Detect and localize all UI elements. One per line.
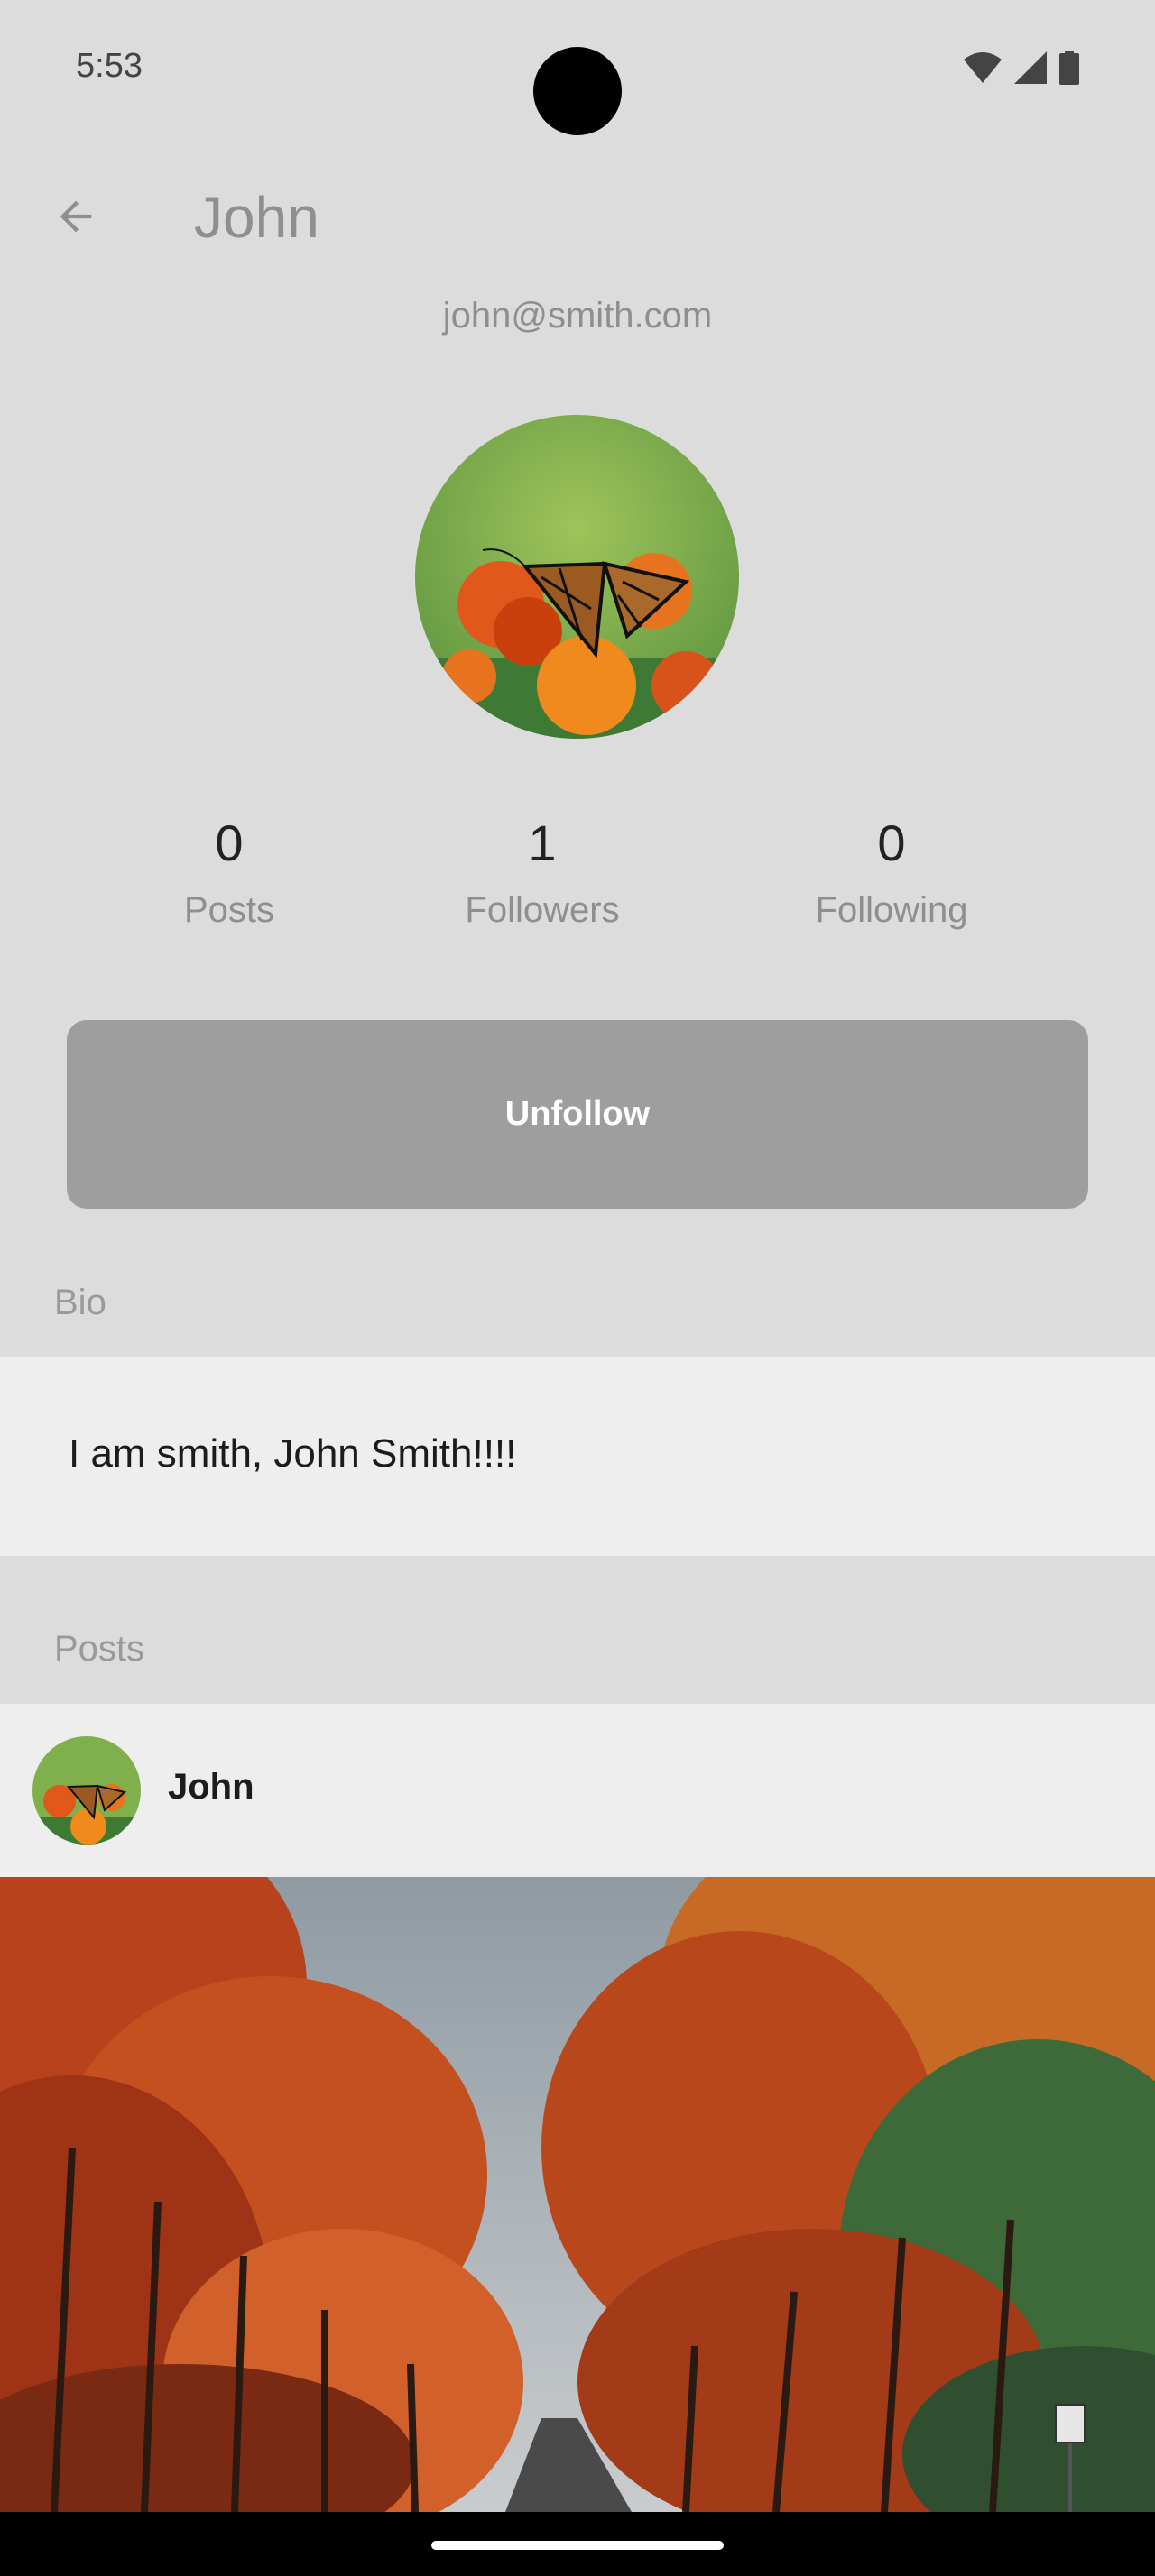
stat-following: 0 Following	[756, 807, 1027, 931]
post-author-avatar[interactable]	[32, 1736, 141, 1845]
post-author-name[interactable]: John	[168, 1767, 254, 1808]
stat-posts: 0 Posts	[94, 807, 365, 931]
stat-followers-label: Followers	[465, 890, 620, 930]
stat-followers-value: 1	[528, 814, 557, 871]
home-indicator[interactable]	[431, 2541, 724, 2550]
profile-stats: 0 Posts 1 Followers 0 Following	[0, 807, 1155, 952]
camera-cutout	[533, 47, 622, 135]
back-button[interactable]	[36, 180, 116, 253]
post-image[interactable]	[0, 1877, 1155, 2512]
bio-text: I am smith, John Smith!!!!	[69, 1431, 517, 1476]
status-icons	[964, 51, 1079, 85]
battery-icon	[1059, 51, 1079, 85]
stat-followers: 1 Followers	[407, 807, 678, 931]
signal-icon	[1014, 51, 1047, 84]
profile-email: john@smith.com	[442, 296, 713, 336]
app-bar: John	[0, 171, 1155, 262]
unfollow-button[interactable]: Unfollow	[67, 1020, 1088, 1209]
arrow-back-icon	[60, 200, 92, 233]
system-navigation-bar	[0, 2512, 1155, 2576]
post-header[interactable]: John	[0, 1704, 1155, 1877]
stat-posts-label: Posts	[183, 890, 275, 930]
stat-posts-value: 0	[215, 814, 244, 871]
wifi-icon	[964, 52, 1002, 83]
page-title: John	[194, 185, 319, 250]
posts-heading: Posts	[54, 1629, 145, 1669]
stat-following-label: Following	[815, 890, 968, 930]
stat-following-value: 0	[877, 814, 906, 871]
status-bar: 5:53	[0, 0, 1155, 135]
status-time: 5:53	[76, 47, 143, 85]
bio-heading: Bio	[54, 1283, 106, 1322]
profile-avatar	[415, 415, 739, 739]
bio-card: I am smith, John Smith!!!!	[0, 1357, 1155, 1556]
